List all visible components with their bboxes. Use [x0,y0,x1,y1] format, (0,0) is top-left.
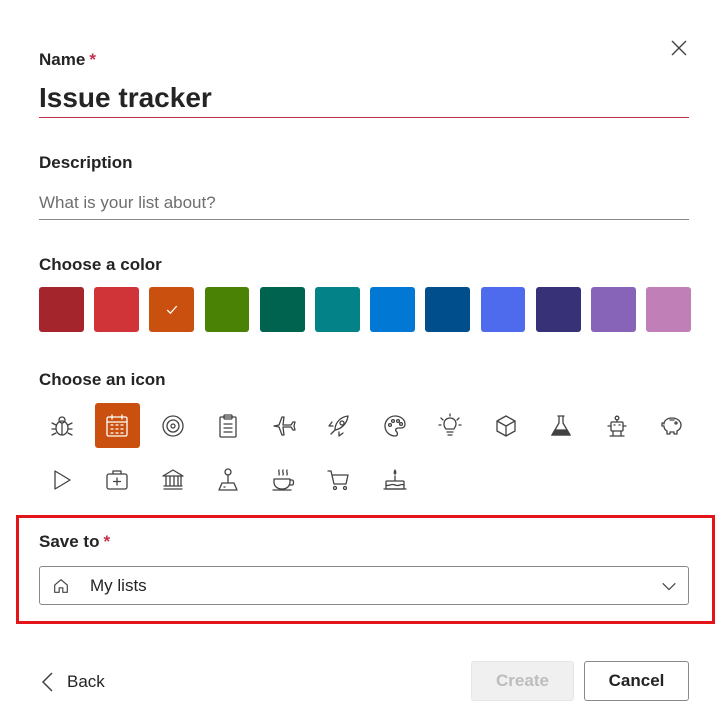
chevron-left-icon [41,672,53,692]
description-input[interactable] [39,186,689,220]
color-swatch[interactable] [480,287,526,332]
required-marker: * [103,532,111,551]
icon-option[interactable] [372,457,417,502]
color-swatch[interactable] [315,287,360,332]
back-label: Back [67,672,105,691]
color-swatch[interactable] [259,287,305,332]
shopping-cart-icon [327,469,349,490]
icon-option[interactable] [95,457,140,502]
joystick-icon [218,467,238,491]
icon-option[interactable] [594,403,639,448]
name-input[interactable] [39,78,689,118]
icon-option[interactable] [372,403,417,448]
icon-option[interactable] [206,403,251,448]
icon-option[interactable] [483,403,528,448]
color-swatch[interactable] [149,287,195,332]
close-button[interactable] [667,36,691,60]
piggy-bank-icon [661,416,682,435]
play-icon [53,469,71,490]
coffee-cup-icon [271,468,294,491]
save-to-value: My lists [90,575,147,595]
bug-icon [50,415,73,436]
airplane-icon [272,415,296,436]
color-swatch[interactable] [425,287,471,332]
target-icon [161,414,184,437]
icon-option[interactable] [150,403,195,448]
bank-icon [161,468,184,490]
color-swatch[interactable] [204,287,250,332]
checkmark-icon [149,287,194,332]
robot-icon [606,415,627,437]
icon-label: Choose an icon [39,370,166,389]
required-marker: * [89,50,96,69]
icon-option[interactable] [650,403,695,448]
cube-icon [495,414,516,437]
color-swatch[interactable] [646,287,691,332]
flask-icon [550,414,572,436]
icon-option[interactable] [317,403,362,448]
create-button[interactable]: Create [471,661,574,701]
cancel-button[interactable]: Cancel [584,661,689,701]
save-to-dropdown[interactable]: My lists [39,566,689,605]
icon-option[interactable] [206,457,251,502]
color-swatch[interactable] [535,287,581,332]
color-swatch[interactable] [591,287,636,332]
description-label: Description [39,153,133,172]
icon-picker [39,403,699,502]
color-swatch[interactable] [94,287,139,332]
clipboard-icon [219,413,237,438]
color-label: Choose a color [39,255,162,274]
icon-option[interactable] [39,403,84,448]
lightbulb-icon [438,412,462,436]
calendar-icon [106,413,128,437]
icon-option[interactable] [261,457,306,502]
color-swatch[interactable] [370,287,415,332]
icon-option[interactable] [261,403,306,448]
first-aid-kit-icon [106,469,128,490]
save-to-label: Save to * [39,532,111,551]
icon-option[interactable] [539,403,584,448]
color-picker [39,287,691,332]
icon-option[interactable] [150,457,195,502]
cake-icon [382,468,407,490]
back-button[interactable]: Back [39,668,105,696]
close-icon [671,40,687,56]
icon-option[interactable] [317,457,362,502]
icon-option[interactable] [428,403,473,448]
icon-option[interactable] [94,403,140,448]
icon-option[interactable] [39,457,84,502]
chevron-down-icon [662,582,676,591]
rocket-icon [328,414,349,437]
color-swatch[interactable] [39,287,84,332]
palette-icon [383,414,406,437]
name-label: Name * [39,50,96,69]
home-icon [54,578,68,593]
